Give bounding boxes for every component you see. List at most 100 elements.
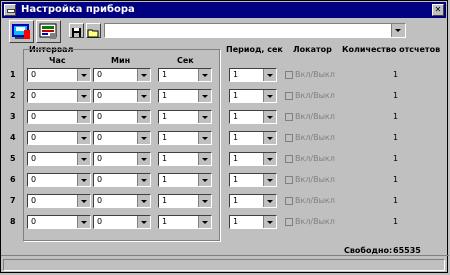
chevron-down-icon[interactable]	[77, 216, 90, 228]
chevron-down-icon[interactable]	[198, 132, 211, 144]
chevron-down-icon[interactable]	[263, 69, 276, 81]
chevron-down-icon[interactable]	[198, 69, 211, 81]
minute-select[interactable]: 0	[93, 215, 151, 229]
hour-select[interactable]: 0	[27, 110, 91, 124]
count-value: 1	[393, 112, 399, 121]
hour-select[interactable]: 0	[27, 194, 91, 208]
chevron-down-icon[interactable]	[137, 174, 150, 186]
chevron-down-icon[interactable]	[77, 90, 90, 102]
period-select[interactable]: 1	[229, 131, 277, 145]
chevron-down-icon[interactable]	[391, 24, 405, 37]
hour-select[interactable]: 0	[27, 152, 91, 166]
chevron-down-icon[interactable]	[198, 111, 211, 123]
chevron-down-icon[interactable]	[137, 195, 150, 207]
chevron-down-icon[interactable]	[263, 216, 276, 228]
chevron-down-icon[interactable]	[263, 174, 276, 186]
period-select[interactable]: 1	[229, 89, 277, 103]
period-select[interactable]: 1	[229, 110, 277, 124]
minute-select[interactable]: 0	[93, 131, 151, 145]
device-connect-icon	[39, 23, 57, 39]
chevron-down-icon[interactable]	[77, 195, 90, 207]
chevron-down-icon[interactable]	[263, 90, 276, 102]
row-number: 6	[10, 175, 16, 184]
title-bar[interactable]: Настройка прибора ✕	[2, 2, 446, 18]
chevron-down-icon[interactable]	[137, 153, 150, 165]
hour-select[interactable]: 0	[27, 68, 91, 82]
hour-select[interactable]: 0	[27, 173, 91, 187]
locator-checkbox[interactable]	[285, 92, 293, 100]
second-select[interactable]: 1	[158, 173, 212, 187]
period-select[interactable]: 1	[229, 68, 277, 82]
device-connect-button[interactable]	[36, 20, 61, 43]
hour-select[interactable]: 0	[27, 89, 91, 103]
hour-select-value: 0	[31, 133, 37, 142]
locator-label: Вкл/Выкл	[295, 70, 335, 79]
period-select-value: 1	[233, 70, 239, 79]
hour-select-value: 0	[31, 91, 37, 100]
minute-select[interactable]: 0	[93, 110, 151, 124]
locator-checkbox[interactable]	[285, 197, 293, 205]
chevron-down-icon[interactable]	[77, 132, 90, 144]
chevron-down-icon[interactable]	[77, 111, 90, 123]
chevron-down-icon[interactable]	[77, 153, 90, 165]
row-number: 3	[10, 112, 16, 121]
chevron-down-icon[interactable]	[263, 195, 276, 207]
locator-checkbox[interactable]	[285, 134, 293, 142]
second-select[interactable]: 1	[158, 215, 212, 229]
chevron-down-icon[interactable]	[137, 216, 150, 228]
divider	[1, 255, 449, 256]
minute-select-value: 0	[97, 196, 103, 205]
locator-checkbox[interactable]	[285, 113, 293, 121]
period-select[interactable]: 1	[229, 194, 277, 208]
period-select[interactable]: 1	[229, 173, 277, 187]
period-select[interactable]: 1	[229, 152, 277, 166]
second-select[interactable]: 1	[158, 131, 212, 145]
second-select[interactable]: 1	[158, 89, 212, 103]
chevron-down-icon[interactable]	[198, 153, 211, 165]
chevron-down-icon[interactable]	[263, 111, 276, 123]
minute-select[interactable]: 0	[93, 194, 151, 208]
chevron-down-icon[interactable]	[198, 195, 211, 207]
second-select[interactable]: 1	[158, 194, 212, 208]
minute-select[interactable]: 0	[93, 152, 151, 166]
count-value: 1	[393, 175, 399, 184]
chevron-down-icon[interactable]	[137, 90, 150, 102]
count-value: 1	[393, 70, 399, 79]
hour-select[interactable]: 0	[27, 131, 91, 145]
count-value: 1	[393, 91, 399, 100]
system-menu-icon[interactable]	[4, 4, 16, 16]
chevron-down-icon[interactable]	[137, 111, 150, 123]
chevron-down-icon[interactable]	[77, 174, 90, 186]
locator-checkbox[interactable]	[285, 218, 293, 226]
locator-checkbox[interactable]	[285, 155, 293, 163]
close-icon[interactable]: ✕	[432, 4, 444, 16]
chevron-down-icon[interactable]	[263, 132, 276, 144]
chevron-down-icon[interactable]	[198, 174, 211, 186]
open-button[interactable]	[86, 23, 101, 38]
chevron-down-icon[interactable]	[263, 153, 276, 165]
locator-label: Вкл/Выкл	[295, 91, 335, 100]
hour-select[interactable]: 0	[27, 215, 91, 229]
file-combo[interactable]	[104, 23, 406, 38]
locator-checkbox[interactable]	[285, 176, 293, 184]
period-select[interactable]: 1	[229, 215, 277, 229]
chevron-down-icon[interactable]	[198, 90, 211, 102]
chevron-down-icon[interactable]	[198, 216, 211, 228]
chevron-down-icon[interactable]	[77, 69, 90, 81]
second-select-value: 1	[162, 196, 168, 205]
chevron-down-icon[interactable]	[137, 69, 150, 81]
minute-select-value: 0	[97, 70, 103, 79]
minute-select[interactable]: 0	[93, 89, 151, 103]
locator-checkbox[interactable]	[285, 71, 293, 79]
minute-select[interactable]: 0	[93, 68, 151, 82]
locator-label: Вкл/Выкл	[295, 154, 335, 163]
minute-select[interactable]: 0	[93, 173, 151, 187]
chevron-down-icon[interactable]	[137, 132, 150, 144]
second-select[interactable]: 1	[158, 68, 212, 82]
second-select[interactable]: 1	[158, 110, 212, 124]
save-button[interactable]	[69, 23, 84, 38]
second-select[interactable]: 1	[158, 152, 212, 166]
second-select-value: 1	[162, 70, 168, 79]
device-settings-button[interactable]	[9, 20, 34, 43]
period-select-value: 1	[233, 217, 239, 226]
